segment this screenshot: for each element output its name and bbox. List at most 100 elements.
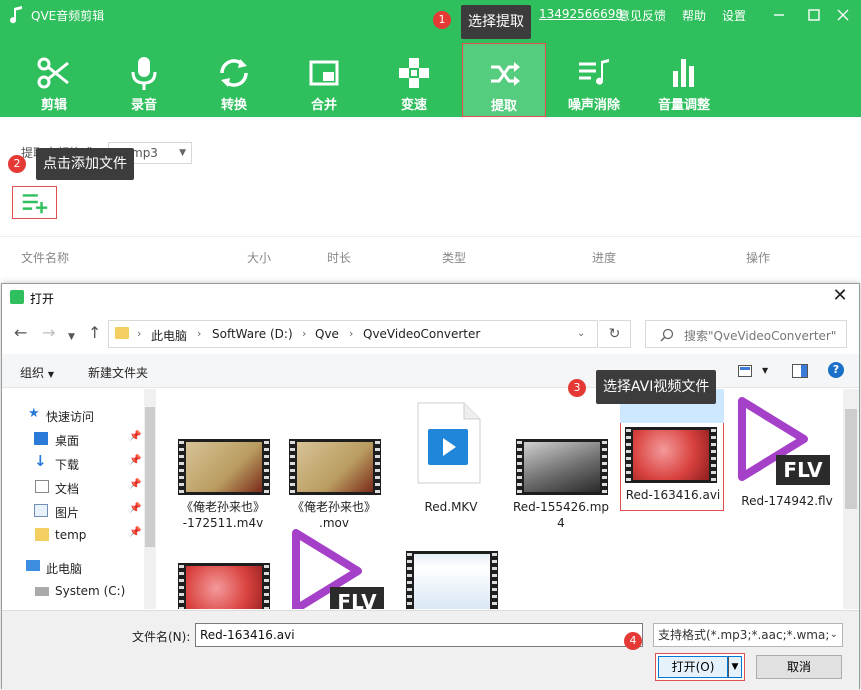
open-split-dropdown-icon[interactable]: ▼ bbox=[728, 656, 742, 678]
filename-label: 文件名(N): bbox=[132, 630, 191, 644]
cancel-button[interactable]: 取消 bbox=[756, 655, 842, 679]
film-holes bbox=[602, 441, 607, 493]
tool-speed[interactable]: 变速 bbox=[372, 45, 456, 117]
tool-noise-reduction[interactable]: 噪声消除 bbox=[552, 45, 636, 117]
merge-icon bbox=[309, 60, 339, 86]
app-title: QVE音频剪辑 bbox=[31, 9, 105, 23]
sidebar-item-temp[interactable]: temp 📌 bbox=[2, 523, 144, 547]
tool-label: 变速 bbox=[400, 98, 427, 113]
thumbnail-frame bbox=[297, 442, 373, 492]
dialog-app-icon bbox=[10, 290, 24, 304]
breadcrumb-qve[interactable]: Qve bbox=[315, 327, 339, 341]
dialog-close-icon[interactable]: ✕ bbox=[831, 286, 849, 306]
view-options-icon[interactable] bbox=[738, 365, 752, 377]
tool-record[interactable]: 录音 bbox=[102, 45, 186, 117]
breadcrumb-separator: › bbox=[302, 327, 307, 340]
scissors-icon bbox=[37, 57, 69, 89]
add-file-button[interactable] bbox=[12, 186, 57, 219]
dialog-footer: 文件名(N): Red-163416.avi 支持格式(*.mp3;*.aac;… bbox=[2, 610, 859, 690]
file-type-filter[interactable]: 支持格式(*.mp3;*.aac;*.wma;* ⌄ bbox=[653, 623, 843, 647]
file-grid-scrollbar[interactable] bbox=[843, 389, 859, 609]
file-item[interactable]: Red.MKV bbox=[396, 399, 500, 519]
preview-pane-icon[interactable] bbox=[792, 364, 808, 378]
toolbar: 剪辑 录音 转换 合并 变速 提取 噪声消除 音量调整 bbox=[0, 43, 861, 117]
file-name-cont: 4 bbox=[557, 516, 565, 530]
breadcrumb-current-folder[interactable]: QveVideoConverter bbox=[363, 327, 480, 341]
sidebar-item-label: 文档 bbox=[55, 482, 80, 496]
organize-menu[interactable]: 组织 ▼ bbox=[20, 364, 54, 381]
sidebar-item-quick-access[interactable]: ★ 快速访问 bbox=[2, 403, 144, 427]
file-name-cont: -172511.m4v bbox=[182, 516, 264, 530]
breadcrumb-this-pc[interactable]: 此电脑 bbox=[151, 327, 187, 344]
file-item[interactable] bbox=[168, 537, 272, 609]
callout-add-file: 点击添加文件 bbox=[36, 148, 134, 180]
sidebar-item-this-pc[interactable]: 此电脑 bbox=[2, 555, 144, 579]
breadcrumb-drive[interactable]: SoftWare (D:) bbox=[212, 327, 293, 341]
phone-number[interactable]: 13492566698 bbox=[539, 7, 623, 21]
minimize-icon[interactable] bbox=[768, 4, 790, 26]
dialog-title: 打开 bbox=[30, 292, 55, 306]
open-button[interactable]: 打开(O) ▼ bbox=[655, 653, 745, 681]
tool-volume[interactable]: 音量调整 bbox=[642, 45, 726, 117]
scrollbar-thumb[interactable] bbox=[145, 407, 155, 547]
thumbnail-frame bbox=[524, 442, 600, 492]
pin-icon: 📌 bbox=[129, 527, 142, 538]
sidebar-scrollbar[interactable] bbox=[144, 389, 156, 609]
file-item[interactable]: 《俺老孙来也》 .mov bbox=[279, 399, 383, 530]
address-dropdown-icon[interactable]: ⌄ bbox=[577, 328, 585, 339]
help-link[interactable]: 帮助 bbox=[682, 7, 706, 24]
film-holes bbox=[290, 441, 295, 493]
settings-link[interactable]: 设置 bbox=[722, 7, 746, 24]
sidebar-item-downloads[interactable]: ↓ 下载 📌 bbox=[2, 451, 144, 475]
tool-label: 提取 bbox=[490, 99, 517, 114]
back-arrow-icon[interactable]: ← bbox=[14, 325, 27, 341]
file-item[interactable] bbox=[396, 537, 500, 609]
tool-extract[interactable]: 提取 bbox=[462, 43, 546, 117]
sidebar-item-label: 下载 bbox=[55, 458, 80, 472]
tool-convert[interactable]: 转换 bbox=[192, 45, 276, 117]
up-arrow-icon[interactable]: ↑ bbox=[88, 325, 101, 341]
sidebar-item-label: 此电脑 bbox=[46, 562, 83, 576]
tool-cut[interactable]: 剪辑 bbox=[12, 45, 96, 117]
feedback-link[interactable]: 意见反馈 bbox=[618, 7, 666, 24]
tool-label: 音量调整 bbox=[657, 98, 710, 113]
file-item[interactable]: Red-155426.mp 4 bbox=[506, 399, 610, 530]
open-button-label[interactable]: 打开(O) bbox=[658, 656, 728, 678]
pin-icon: 📌 bbox=[129, 479, 142, 490]
sidebar-item-label: System (C:) bbox=[55, 584, 126, 598]
thumbnail-frame bbox=[633, 430, 709, 480]
sidebar-item-system-c[interactable]: System (C:) bbox=[2, 579, 144, 603]
file-item[interactable]: FLV bbox=[284, 527, 396, 609]
file-name: 《俺老孙来也》 bbox=[180, 500, 265, 514]
sidebar-item-documents[interactable]: 文档 📌 bbox=[2, 475, 144, 499]
sidebar-item-desktop[interactable]: 桌面 📌 bbox=[2, 427, 144, 451]
maximize-icon[interactable] bbox=[803, 4, 825, 26]
video-thumbnail bbox=[178, 563, 270, 609]
file-item[interactable]: 《俺老孙来也》 -172511.m4v bbox=[168, 399, 272, 530]
search-input[interactable]: 搜索"QveVideoConverter" bbox=[645, 320, 847, 348]
scrollbar-thumb[interactable] bbox=[845, 409, 857, 509]
close-icon[interactable] bbox=[832, 4, 854, 26]
film-holes bbox=[711, 429, 716, 481]
sidebar-item-label: temp bbox=[55, 528, 87, 542]
breadcrumb-separator: › bbox=[137, 327, 142, 340]
film-holes bbox=[375, 441, 380, 493]
sidebar-item-label: 快速访问 bbox=[46, 410, 95, 424]
tool-merge[interactable]: 合并 bbox=[282, 45, 366, 117]
recent-chevron-icon[interactable]: ▼ bbox=[68, 329, 75, 345]
noise-reduction-icon bbox=[579, 59, 609, 85]
column-actions: 操作 bbox=[746, 251, 771, 265]
new-folder-button[interactable]: 新建文件夹 bbox=[88, 364, 148, 381]
address-bar[interactable]: › 此电脑 › SoftWare (D:) › Qve › QveVideoCo… bbox=[108, 320, 598, 348]
forward-arrow-icon[interactable]: → bbox=[42, 325, 55, 341]
tool-label: 转换 bbox=[220, 98, 247, 113]
file-item-selected[interactable]: Red-163416.avi bbox=[620, 423, 724, 511]
document-icon bbox=[35, 480, 49, 493]
file-item[interactable]: FLV Red-174942.flv bbox=[730, 395, 842, 515]
command-bar: 组织 ▼ 新建文件夹 ▼ ? bbox=[2, 354, 859, 388]
sidebar-item-pictures[interactable]: 图片 📌 bbox=[2, 499, 144, 523]
refresh-icon[interactable]: ↻ bbox=[599, 320, 631, 348]
filename-input[interactable]: Red-163416.avi bbox=[195, 623, 643, 647]
help-icon[interactable]: ? bbox=[828, 362, 844, 378]
chevron-down-icon[interactable]: ▼ bbox=[762, 366, 768, 375]
